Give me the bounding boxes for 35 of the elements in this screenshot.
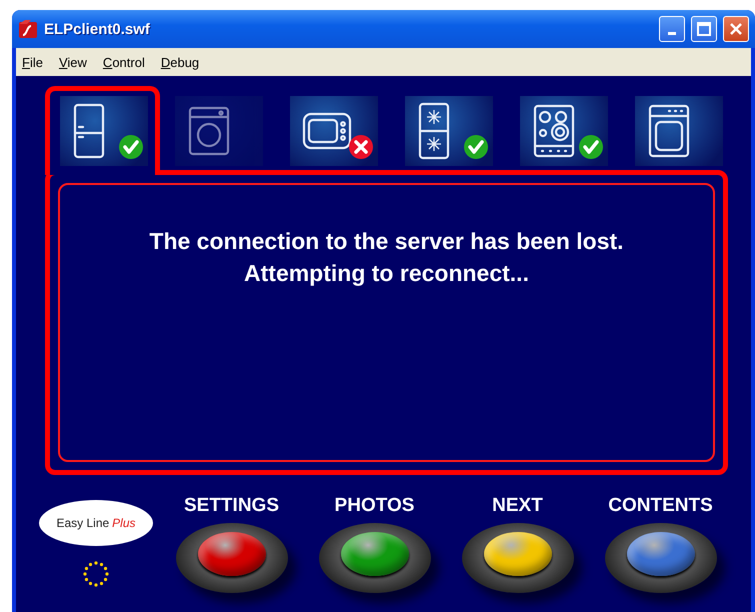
button-label: NEXT (492, 495, 543, 517)
appliance-tab[interactable] (405, 96, 493, 166)
status-message: Attempting to reconnect... (244, 259, 529, 288)
microwave-icon (302, 112, 352, 150)
menu-item[interactable]: File (22, 54, 43, 70)
minimize-button[interactable] (659, 16, 685, 42)
appliance-tab[interactable] (290, 96, 378, 166)
appliance-tab[interactable] (520, 96, 608, 166)
menu-item[interactable]: View (58, 54, 87, 70)
oven-icon (647, 104, 691, 158)
freezer-icon (417, 102, 451, 160)
hob-icon (532, 104, 576, 158)
stars-icon (82, 560, 110, 588)
logo: Easy Line Plus (39, 500, 153, 546)
menu-item[interactable]: Control (102, 54, 145, 70)
error-icon (348, 134, 374, 160)
appliance-tab[interactable] (60, 96, 148, 166)
button-label: PHOTOS (334, 495, 414, 517)
fridge-icon (72, 103, 106, 159)
status-message: The connection to the server has been lost. (149, 227, 624, 256)
maximize-icon (697, 22, 711, 36)
check-icon (118, 134, 144, 160)
check-icon (463, 134, 489, 160)
app-icon (18, 19, 38, 39)
check-icon (578, 134, 604, 160)
close-icon (729, 22, 743, 36)
washing-machine-icon (187, 106, 231, 156)
menu-item[interactable]: Debug (160, 54, 200, 70)
appliance-tab[interactable] (635, 96, 723, 166)
close-button[interactable] (723, 16, 749, 42)
minimize-icon (668, 32, 676, 34)
button-label: CONTENTS (608, 495, 713, 517)
window-title: ELPclient0.swf (44, 20, 151, 38)
maximize-button[interactable] (691, 16, 717, 42)
button-label: SETTINGS (184, 495, 279, 517)
